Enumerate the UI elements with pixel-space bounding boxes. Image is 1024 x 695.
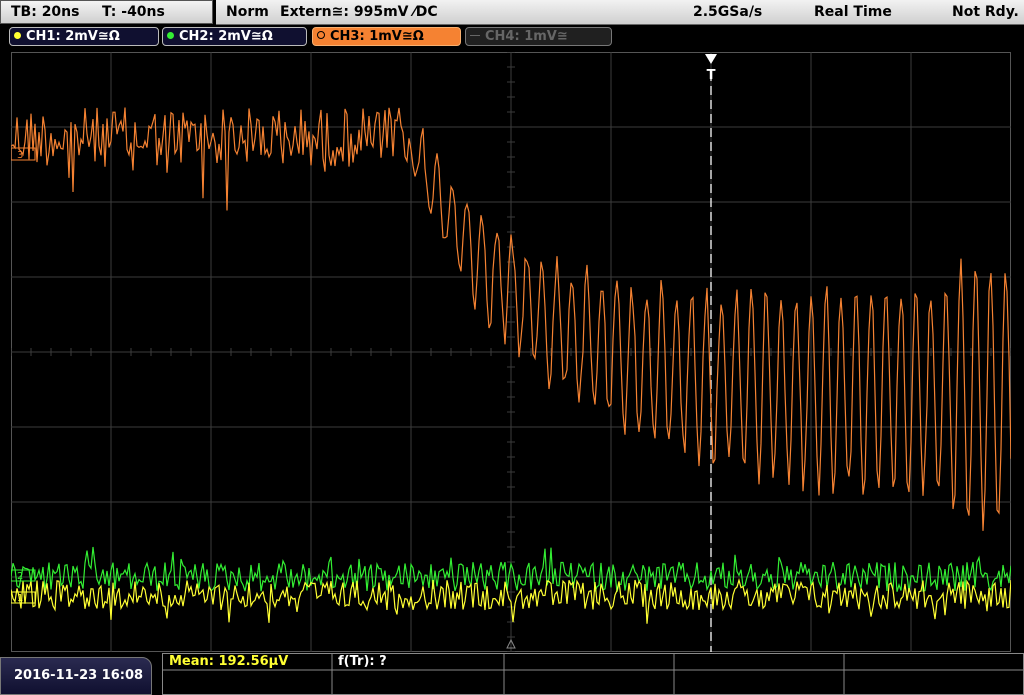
channel-4-tab[interactable]: CH4: 1mV≅ (465, 27, 612, 46)
timebase-label: TB: 20ns (11, 4, 80, 20)
bottom-bar: 2016-11-23 16:08 Mean: 192.56µV f(Tr): ? (0, 653, 1024, 695)
measurement-panel[interactable]: Mean: 192.56µV f(Tr): ? (162, 653, 1024, 695)
channel-3-reference-marker[interactable]: 3 (11, 147, 36, 161)
channel-4-dash-icon (470, 35, 480, 36)
trigger-mode[interactable]: Norm (226, 0, 269, 24)
channel-2-tab[interactable]: CH2: 2mV≅Ω (162, 27, 307, 46)
timebase-panel[interactable]: TB: 20ns T: -40ns (0, 0, 213, 24)
acquisition-status: Not Rdy. (952, 4, 1019, 20)
waveform-display[interactable]: T 3 2 1 (11, 52, 1011, 652)
graticule (11, 52, 1011, 652)
channel-3-label: CH3: 1mV≅Ω (330, 29, 424, 44)
mean-measurement[interactable]: Mean: 192.56µV (169, 654, 288, 670)
datetime-display: 2016-11-23 16:08 (0, 657, 152, 695)
trigger-arrow-icon[interactable] (705, 54, 717, 64)
channel-3-dot-icon (317, 31, 325, 39)
channel-3-tab[interactable]: CH3: 1mV≅Ω (312, 27, 461, 46)
channel-2-dot-icon (167, 32, 174, 39)
top-bar: TB: 20ns T: -40ns Norm Extern≅: 995mV ⁄D… (0, 0, 1024, 25)
channel-tabs: CH1: 2mV≅Ω CH2: 2mV≅Ω CH3: 1mV≅Ω CH4: 1m… (0, 26, 1024, 48)
sample-rate: 2.5GSa/s (693, 4, 763, 20)
acquisition-mode: Real Time (814, 4, 892, 20)
channel-4-label: CH4: 1mV≅ (485, 29, 568, 44)
trigger-time-label: T: -40ns (102, 4, 165, 20)
measurement-grid (162, 653, 1024, 695)
svg-text:3: 3 (17, 150, 23, 161)
channel-1-dot-icon (14, 32, 21, 39)
svg-text:1: 1 (17, 593, 23, 604)
waveform-canvas[interactable]: T 3 2 1 (11, 52, 1011, 652)
channel-1-tab[interactable]: CH1: 2mV≅Ω (9, 27, 159, 46)
channel-1-label: CH1: 2mV≅Ω (26, 29, 120, 44)
channel-2-label: CH2: 2mV≅Ω (179, 29, 273, 44)
svg-text:2: 2 (17, 571, 23, 582)
fall-time-measurement[interactable]: f(Tr): ? (338, 654, 387, 670)
status-bar: Norm Extern≅: 995mV ⁄DC 2.5GSa/s Real Ti… (216, 0, 1024, 25)
trigger-source[interactable]: Extern≅: 995mV ⁄DC (280, 0, 438, 24)
trigger-marker-label: T (707, 68, 716, 83)
